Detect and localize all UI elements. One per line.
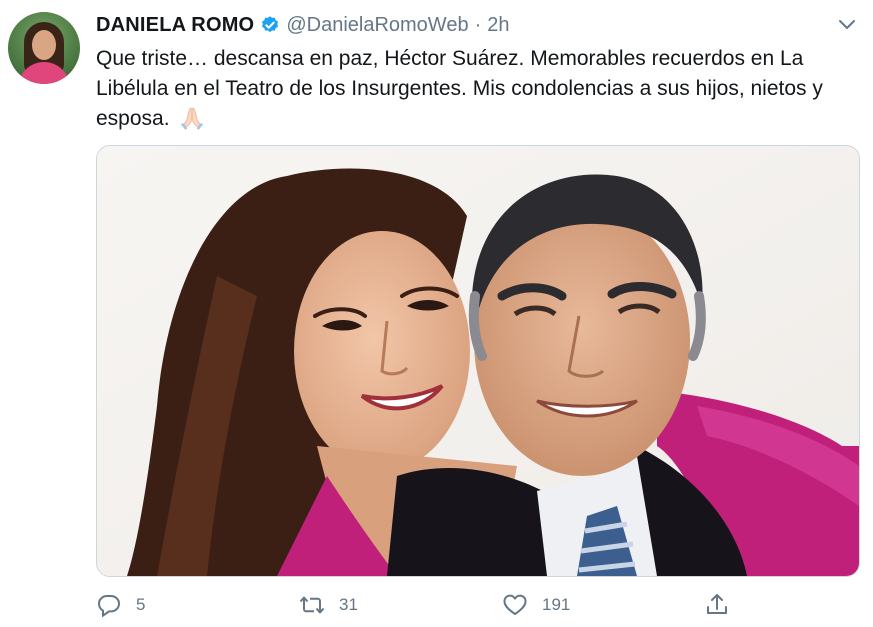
author-avatar[interactable] xyxy=(8,12,80,84)
reply-count: 5 xyxy=(136,595,146,614)
retweet-icon[interactable] xyxy=(299,592,325,618)
share-action[interactable] xyxy=(704,588,730,622)
photo-illustration xyxy=(97,146,859,576)
like-count: 191 xyxy=(542,595,571,614)
folded-hands-emoji-icon xyxy=(181,107,204,130)
reply-action[interactable]: 5 xyxy=(96,588,145,622)
avatar-face xyxy=(32,30,56,60)
tweet-timestamp[interactable]: 2h xyxy=(487,14,509,37)
share-icon[interactable] xyxy=(704,592,730,618)
chevron-down-icon[interactable] xyxy=(834,14,860,36)
author-handle[interactable]: @DanielaRomoWeb xyxy=(286,14,468,37)
tweet-photo[interactable] xyxy=(96,145,860,577)
retweet-count: 31 xyxy=(339,595,358,614)
tweet-header: DANIELA ROMO @DanielaRomoWeb · 2h xyxy=(96,12,510,38)
reply-icon[interactable] xyxy=(96,592,122,618)
author-name[interactable]: DANIELA ROMO xyxy=(96,14,254,37)
separator-dot: · xyxy=(474,13,482,36)
tweet-text: Que triste… descansa en paz, Héctor Suár… xyxy=(96,44,866,134)
verified-badge-icon xyxy=(262,16,279,33)
tweet-actions: 5 31 191 xyxy=(96,588,866,622)
retweet-action[interactable]: 31 xyxy=(299,588,358,622)
heart-icon[interactable] xyxy=(502,592,528,618)
like-action[interactable]: 191 xyxy=(502,588,570,622)
